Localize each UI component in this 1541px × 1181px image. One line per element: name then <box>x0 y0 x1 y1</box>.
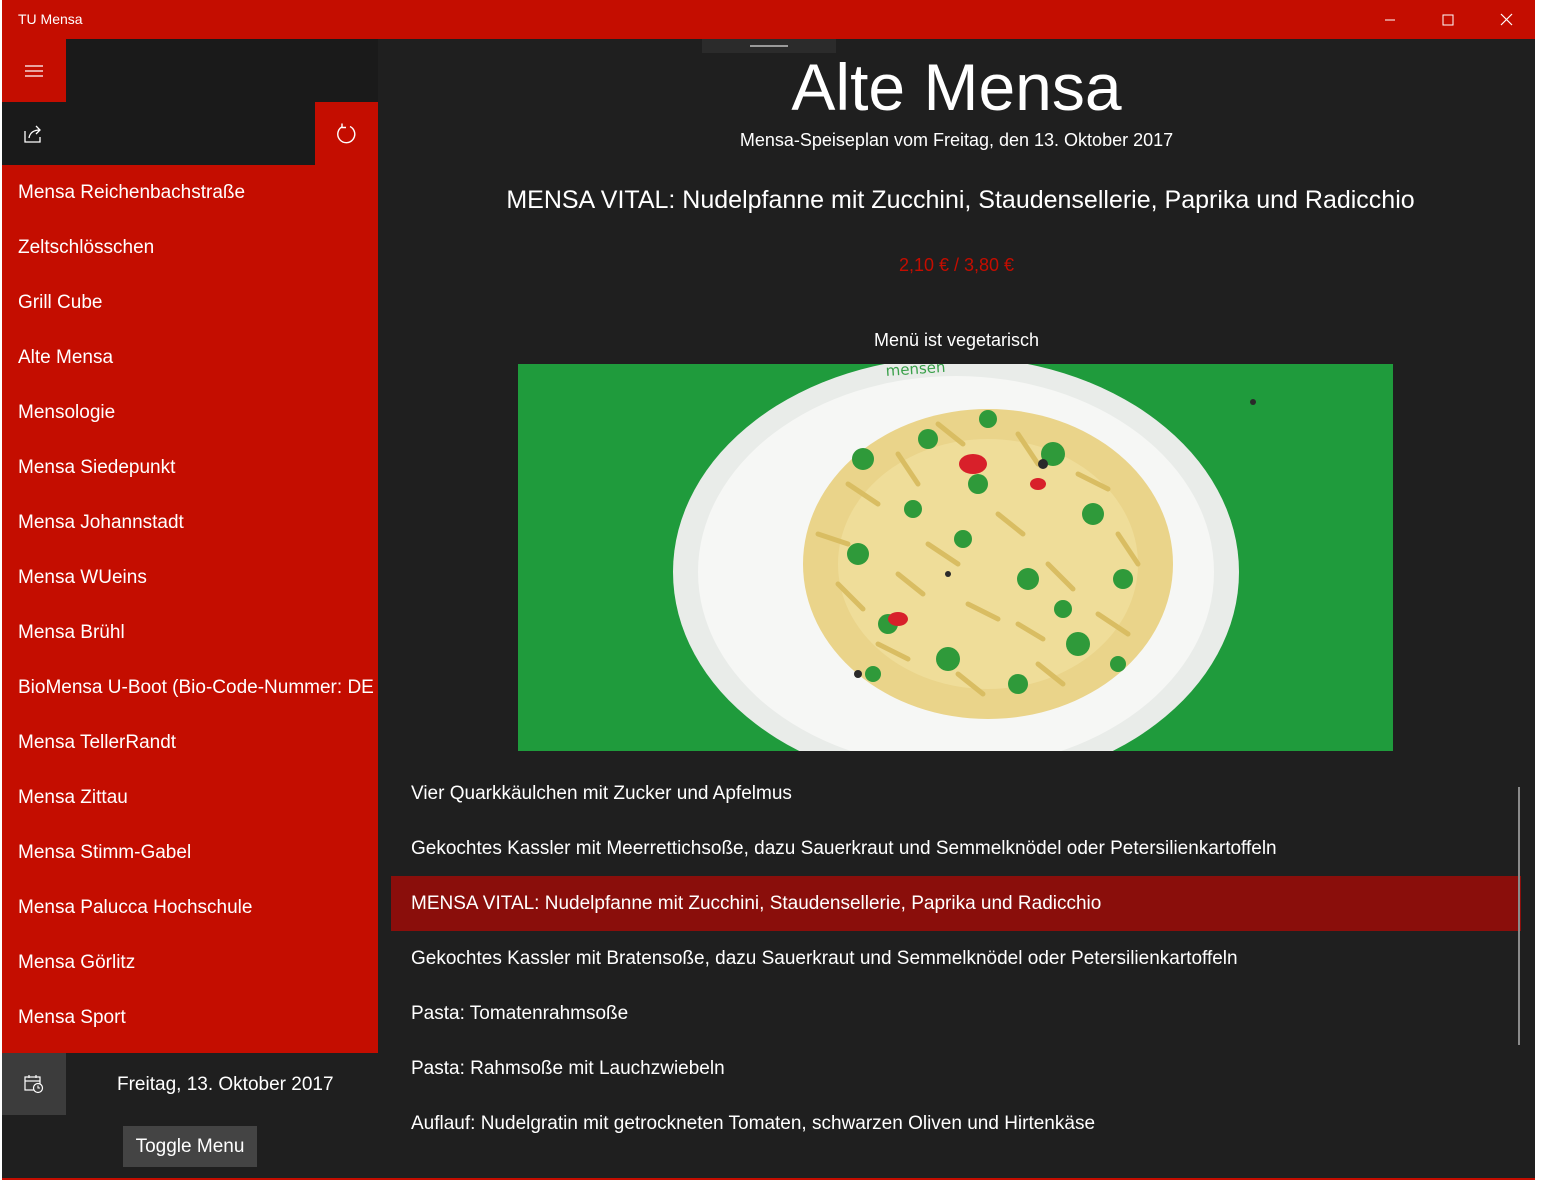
vegetarian-note: Menü ist vegetarisch <box>873 330 1040 350</box>
sidebar-item[interactable]: Mensa TellerRandt <box>2 715 378 770</box>
toggle-menu-button[interactable]: Toggle Menu <box>123 1126 257 1167</box>
minimize-icon <box>1385 19 1395 20</box>
meal-item[interactable]: Gekochtes Kassler mit Meerrettichsoße, d… <box>391 821 1521 876</box>
window-title: TU Mensa <box>18 11 83 27</box>
sidebar-item[interactable]: Grill Cube <box>2 275 378 330</box>
page-title: Alte Mensa <box>791 50 1122 124</box>
share-button[interactable] <box>2 102 66 165</box>
share-icon <box>24 125 41 143</box>
scrollbar[interactable] <box>1518 787 1520 1045</box>
sidebar-item[interactable]: Mensa Stimm-Gabel <box>2 825 378 880</box>
sidebar-item[interactable]: Mensa Görlitz <box>2 935 378 990</box>
maximize-button[interactable] <box>1419 0 1477 39</box>
sidebar-item[interactable]: Mensa WUeins <box>2 550 378 605</box>
refresh-icon <box>336 123 355 143</box>
sidebar-item[interactable]: Mensa Zittau <box>2 770 378 825</box>
sidebar-toolbar <box>2 39 378 165</box>
minimize-button[interactable] <box>1361 0 1419 39</box>
meal-item[interactable]: Pasta: Tomatenrahmsoße <box>391 986 1521 1041</box>
meal-item[interactable]: Auflauf: Nudelgratin mit getrockneten To… <box>391 1096 1521 1151</box>
page-subtitle: Mensa-Speiseplan vom Freitag, den 13. Ok… <box>739 130 1174 150</box>
sidebar-item[interactable]: Mensa Siedepunkt <box>2 440 378 495</box>
meal-item[interactable]: Pasta: Rahmsoße mit Lauchzwiebeln <box>391 1041 1521 1096</box>
app-window: TU Mensa Mensa Reichenbachstraße Zeltsch… <box>2 0 1535 1180</box>
sidebar-item[interactable]: Zeltschlösschen <box>2 220 378 275</box>
hamburger-button[interactable] <box>2 39 66 102</box>
meal-item[interactable]: Gekochtes Kassler mit Bratensoße, dazu S… <box>391 931 1521 986</box>
calendar-icon <box>24 1075 44 1094</box>
sidebar: Mensa Reichenbachstraße Zeltschlösschen … <box>2 39 378 1178</box>
grip-line <box>750 45 788 47</box>
refresh-button[interactable] <box>315 102 378 165</box>
sidebar-item[interactable]: Alte Mensa <box>2 330 378 385</box>
sidebar-item[interactable]: Mensa Sport <box>2 990 378 1045</box>
meal-list: Vier Quarkkäulchen mit Zucker und Apfelm… <box>391 766 1521 1151</box>
close-button[interactable] <box>1477 0 1535 39</box>
dish-price: 2,10 € / 3,80 € <box>898 255 1015 275</box>
close-icon <box>1500 13 1512 26</box>
pasta-plate-image: mensen <box>518 364 1393 751</box>
sidebar-item[interactable]: Mensologie <box>2 385 378 440</box>
sidebar-item[interactable]: Mensa Palucca Hochschule <box>2 880 378 935</box>
calendar-button[interactable] <box>2 1053 66 1115</box>
main-content: Alte Mensa Mensa-Speiseplan vom Freitag,… <box>378 39 1535 1178</box>
meal-item[interactable]: Vier Quarkkäulchen mit Zucker und Apfelm… <box>391 766 1521 821</box>
hamburger-icon <box>25 64 43 77</box>
maximize-icon <box>1442 14 1454 25</box>
sidebar-item[interactable]: Mensa Reichenbachstraße <box>2 165 378 220</box>
dish-photo: mensen <box>518 364 1393 751</box>
date-panel: Freitag, 13. Oktober 2017 Toggle Menu <box>2 1053 378 1178</box>
selected-date: Freitag, 13. Oktober 2017 <box>117 1074 334 1095</box>
mensa-list: Mensa Reichenbachstraße Zeltschlösschen … <box>2 165 378 1045</box>
meal-item-selected[interactable]: MENSA VITAL: Nudelpfanne mit Zucchini, S… <box>391 876 1521 931</box>
title-bar: TU Mensa <box>2 0 1535 39</box>
sidebar-item[interactable]: Mensa Johannstadt <box>2 495 378 550</box>
sidebar-item[interactable]: BioMensa U-Boot (Bio-Code-Nummer: DE <box>2 660 378 715</box>
dish-title: MENSA VITAL: Nudelpfanne mit Zucchini, S… <box>506 186 1415 214</box>
sidebar-item[interactable]: Mensa Brühl <box>2 605 378 660</box>
